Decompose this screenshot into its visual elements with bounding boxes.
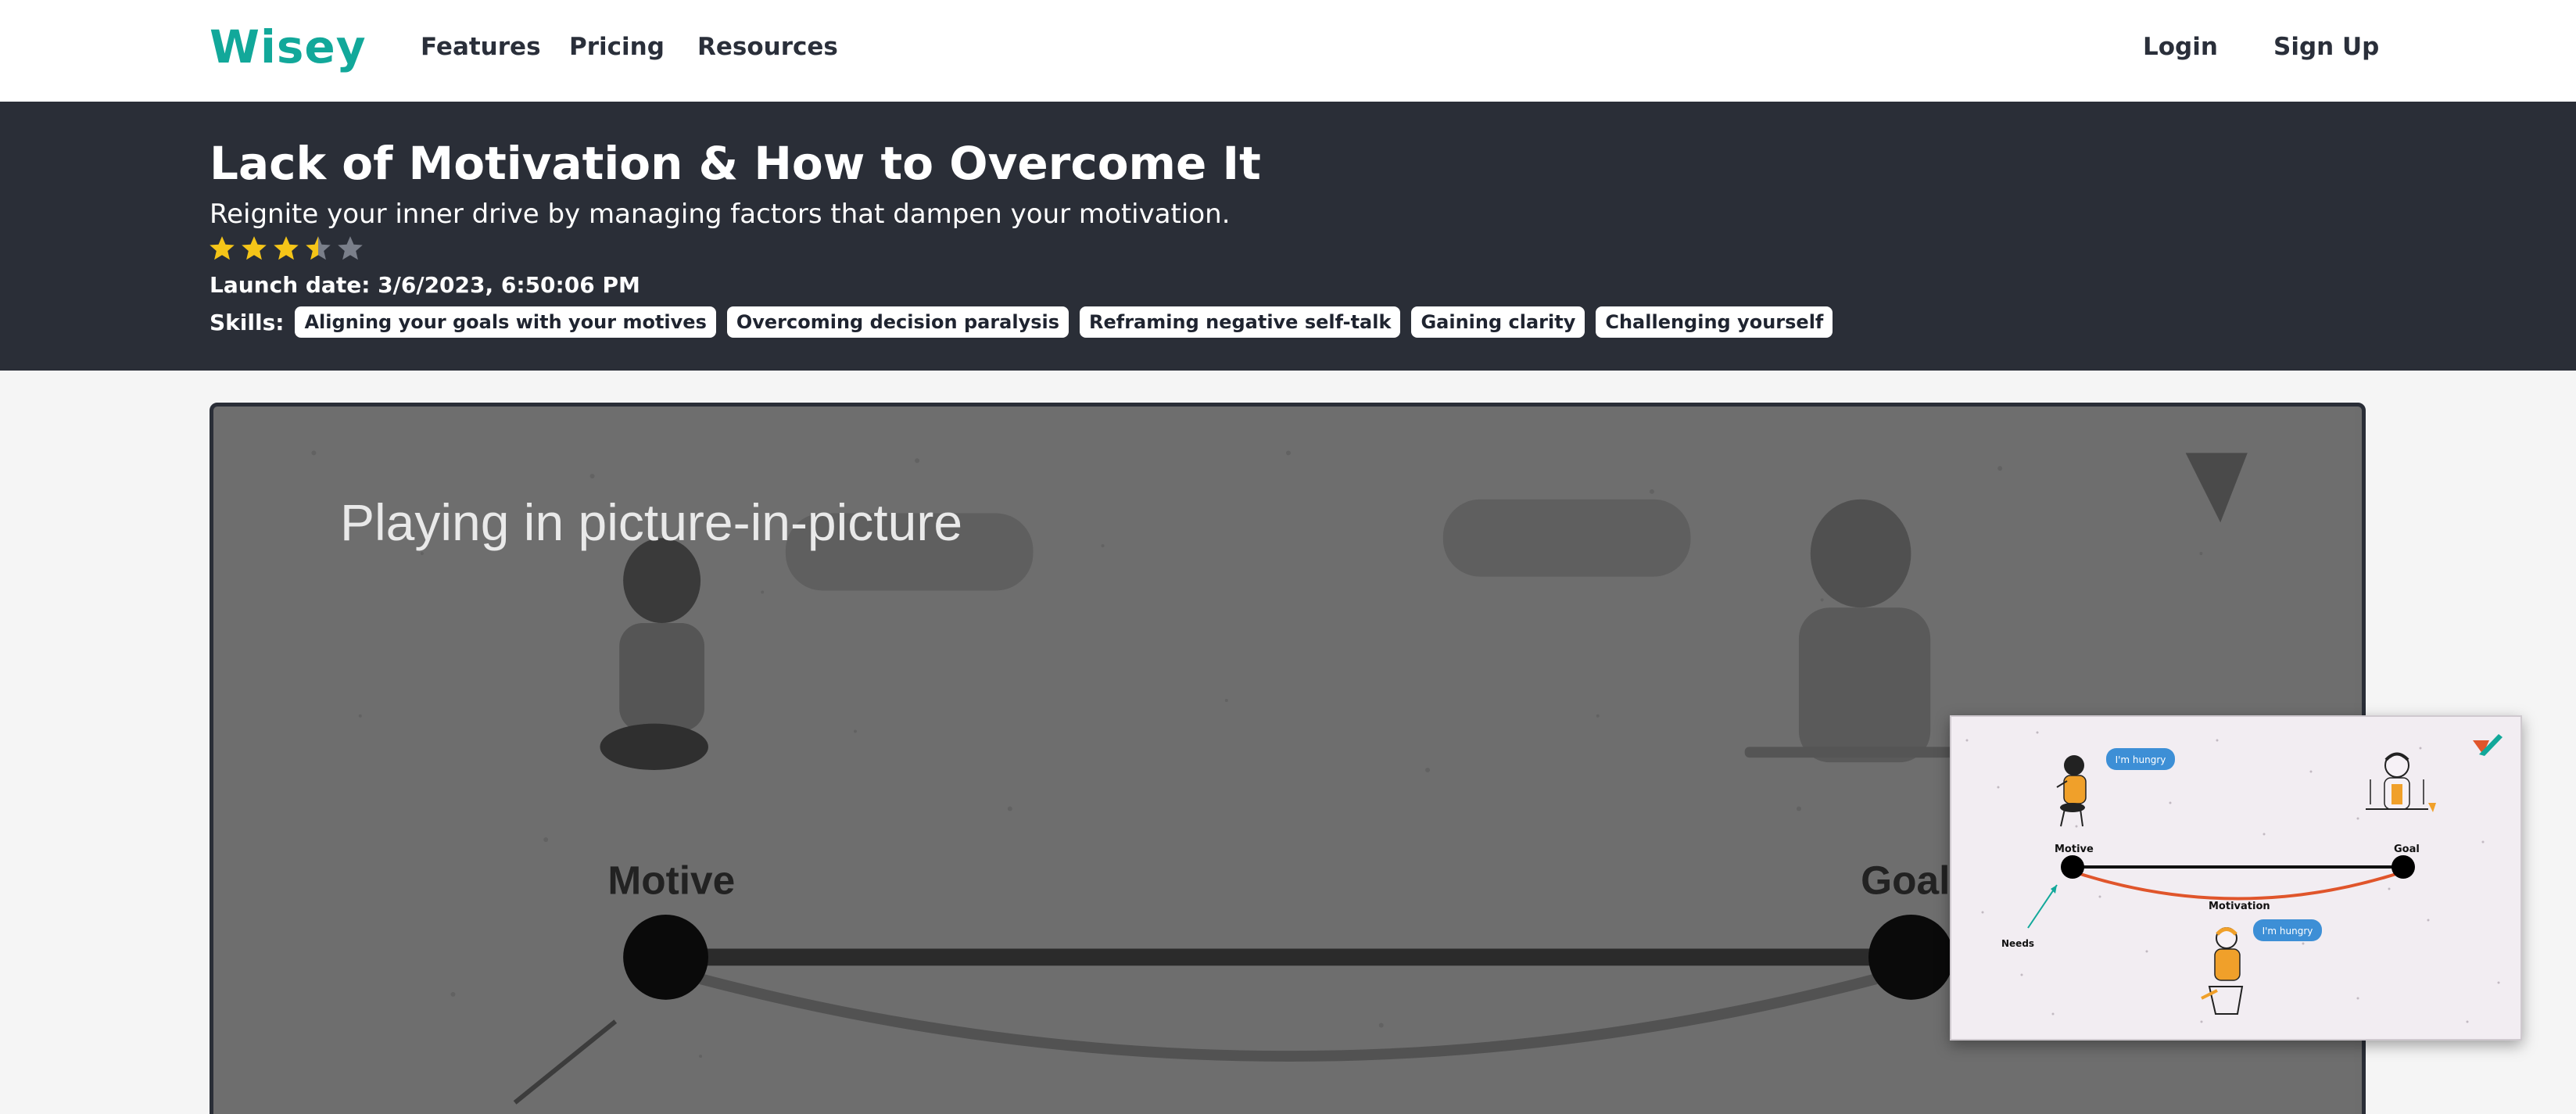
nav-link-features[interactable]: Features (421, 33, 541, 61)
skill-chip[interactable]: Challenging yourself (1596, 306, 1833, 338)
pip-overlay-text: Playing in picture-in-picture (340, 493, 963, 551)
pip-label-motive: Motive (2055, 844, 2094, 855)
skill-chip[interactable]: Reframing negative self-talk (1080, 306, 1401, 338)
pip-label-motivation: Motivation (2209, 901, 2270, 912)
course-title: Lack of Motivation & How to Overcome It (210, 137, 1261, 190)
star-icon (274, 236, 299, 260)
pip-label-needs: Needs (2001, 938, 2034, 949)
launch-date-label: Launch date: (210, 272, 371, 298)
star-icon (338, 236, 363, 260)
skill-chip[interactable]: Gaining clarity (1411, 306, 1585, 338)
skill-chip[interactable]: Aligning your goals with your motives (295, 306, 716, 338)
pip-window[interactable]: I'm hungry Motive Goal Motivation Needs (1950, 715, 2522, 1041)
video-label-goal: Goal (1861, 857, 1950, 902)
pip-bubble-top: I'm hungry (2116, 754, 2166, 765)
top-nav: Wisey Features Pricing Resources Login S… (0, 0, 2576, 102)
star-icon (242, 236, 267, 260)
star-icon (306, 236, 331, 260)
skill-chip[interactable]: Overcoming decision paralysis (726, 306, 1069, 338)
logo[interactable]: Wisey (210, 20, 367, 73)
pip-label-goal: Goal (2394, 844, 2420, 855)
course-subtitle: Reignite your inner drive by managing fa… (210, 199, 1231, 230)
nav-link-resources[interactable]: Resources (697, 33, 838, 61)
pip-bubble-bottom: I'm hungry (2263, 926, 2313, 937)
star-icon (210, 236, 235, 260)
pip-video-frame: I'm hungry Motive Goal Motivation Needs (1951, 717, 2520, 1039)
video-label-motive: Motive (607, 857, 735, 902)
skills-label: Skills: (210, 309, 285, 335)
launch-date: Launch date: 3/6/2023, 6:50:06 PM (210, 272, 640, 298)
star-rating (208, 235, 364, 269)
course-header: Lack of Motivation & How to Overcome It … (0, 102, 2576, 371)
launch-date-value: 3/6/2023, 6:50:06 PM (378, 272, 640, 298)
login-link[interactable]: Login (2143, 33, 2218, 61)
nav-link-pricing[interactable]: Pricing (569, 33, 665, 61)
signup-link[interactable]: Sign Up (2273, 33, 2379, 61)
skills-row: Skills: Aligning your goals with your mo… (210, 306, 1833, 338)
